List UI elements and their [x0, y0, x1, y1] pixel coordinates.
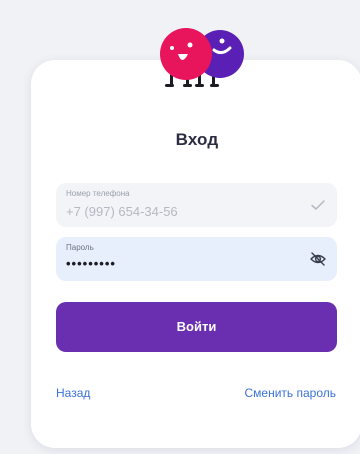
change-password-link[interactable]: Сменить пароль	[244, 386, 336, 400]
phone-field-value: +7 (997) 654-34-56	[66, 204, 178, 219]
phone-field-label: Номер телефона	[66, 189, 130, 198]
page-title: Вход	[175, 130, 219, 149]
eye-off-icon[interactable]	[309, 250, 327, 268]
back-link[interactable]: Назад	[56, 386, 90, 400]
phone-field[interactable]: Номер телефона +7 (997) 654-34-56	[56, 183, 337, 227]
checkmark-icon	[311, 200, 325, 210]
mascot-logo-icon	[160, 28, 244, 87]
password-field[interactable]: Пароль •••••••••	[56, 237, 337, 281]
login-button[interactable]: Войти	[56, 302, 337, 352]
password-field-label: Пароль	[66, 243, 94, 252]
login-page: Вход Номер телефона +7 (997) 654-34-56 П…	[0, 0, 360, 454]
password-field-value: •••••••••	[66, 256, 116, 271]
